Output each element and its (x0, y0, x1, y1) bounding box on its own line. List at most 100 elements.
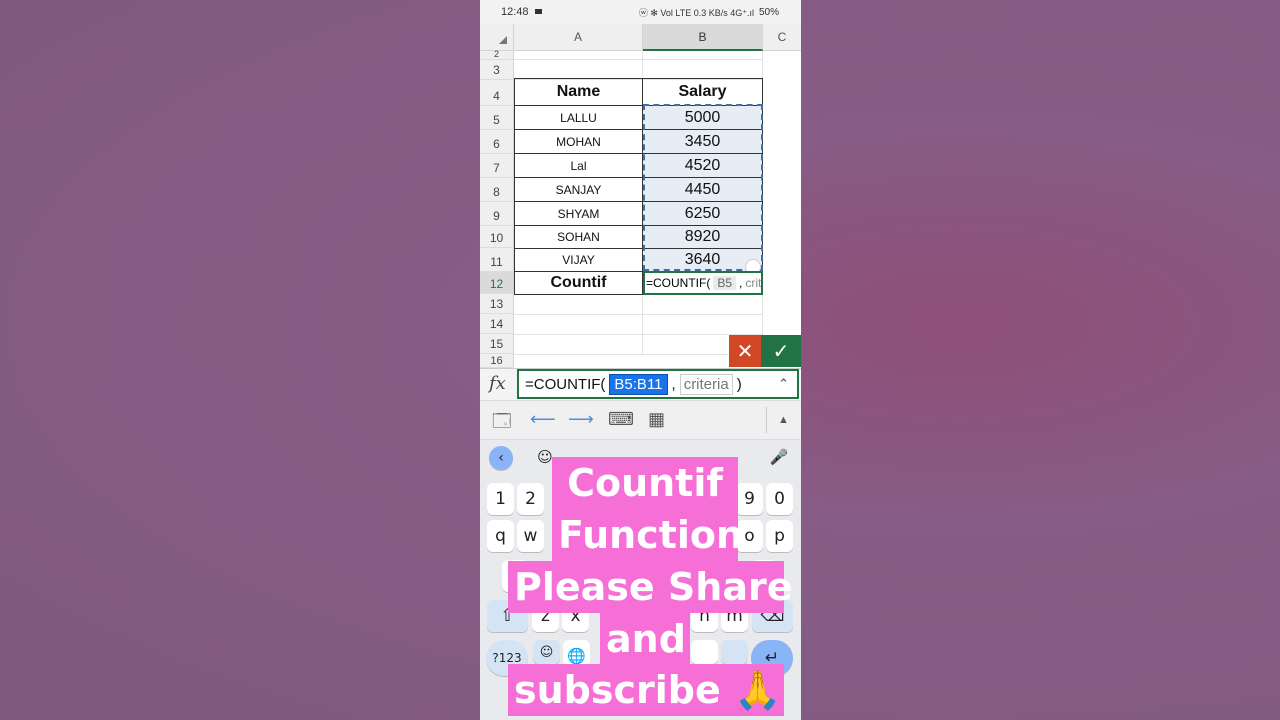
cell-b8[interactable]: 4450 (642, 178, 763, 202)
column-header-a[interactable]: A (514, 24, 643, 51)
cell-a5[interactable]: LALLU (514, 106, 643, 130)
key-1[interactable]: 1 (487, 483, 514, 515)
backspace-icon[interactable]: ⌫ (752, 600, 793, 632)
chevron-up-icon[interactable]: ⌃ (778, 376, 789, 392)
key-z[interactable]: z (532, 600, 559, 632)
row-header-2[interactable]: 2 (480, 49, 514, 60)
row-header-8[interactable]: 8 (480, 178, 514, 202)
row-header-14[interactable]: 14 (480, 314, 514, 334)
cell-b9[interactable]: 6250 (642, 202, 763, 226)
check-icon: ✓ (772, 340, 790, 363)
key-n[interactable]: n (691, 600, 718, 632)
cell-formula-arg2: crite (745, 276, 762, 290)
enter-icon[interactable]: ↵ (751, 640, 793, 676)
network-indicators: ⓦ ✻ Vol LTE 0.3 KB/s 4G⁺.ıl (638, 8, 754, 18)
key-p[interactable]: p (766, 520, 793, 552)
key-0[interactable]: 0 (766, 483, 793, 515)
cell-a8[interactable]: SANJAY (514, 178, 643, 202)
cell-a9[interactable]: SHYAM (514, 202, 643, 226)
globe-icon[interactable]: 🌐 (563, 640, 590, 672)
cell-a11[interactable]: VIJAY (514, 249, 643, 272)
symbols-key[interactable]: ?123 (486, 640, 528, 676)
cell-b4-salary-header[interactable]: Salary (642, 78, 763, 106)
key-a[interactable] (502, 560, 529, 592)
column-header-b[interactable]: B (643, 24, 763, 51)
emoji-icon[interactable]: ☺ (533, 640, 560, 664)
key-period[interactable] (691, 640, 718, 664)
spreadsheet-grid[interactable]: A B C 2 3 4 5 6 7 8 9 10 11 12 13 14 15 … (480, 24, 801, 368)
row-header-5[interactable]: 5 (480, 106, 514, 130)
row-header-7[interactable]: 7 (480, 154, 514, 178)
shift-icon[interactable]: ⇧ (487, 600, 528, 632)
row-header-12[interactable]: 12 (480, 272, 514, 294)
clock: 12:48 (501, 6, 529, 18)
select-all-icon (499, 36, 507, 44)
key-o[interactable]: o (736, 520, 763, 552)
cell-b2[interactable] (643, 51, 763, 60)
arrow-left-icon[interactable]: ⟵ (530, 409, 556, 430)
cell-formula-arg1: B5 (713, 276, 737, 290)
fx-icon[interactable]: fx (489, 373, 506, 394)
cell-a10[interactable]: SOHAN (514, 226, 643, 249)
row-header-11[interactable]: 11 (480, 248, 514, 272)
cell-a15[interactable] (514, 335, 643, 355)
key-9[interactable]: 9 (736, 483, 763, 515)
key-m[interactable]: m (721, 600, 748, 632)
cell-b5[interactable]: 5000 (642, 106, 763, 130)
cell-b7[interactable]: 4520 (642, 154, 763, 178)
select-all-corner[interactable] (480, 24, 514, 51)
cell-formula-sep: , (739, 276, 743, 290)
key-x[interactable]: x (562, 600, 589, 632)
sticker-icon[interactable]: ☺ (536, 448, 554, 466)
row-header-6[interactable]: 6 (480, 130, 514, 154)
formula-bar: fx =COUNTIF( B5:B11 , criteria ) ⌃ (480, 368, 801, 401)
arrow-right-icon[interactable]: ⟶ (568, 409, 594, 430)
formula-range-token[interactable]: B5:B11 (609, 373, 668, 395)
cell-a6[interactable]: MOHAN (514, 130, 643, 154)
cell-b6[interactable]: 3450 (642, 130, 763, 154)
formula-input[interactable]: =COUNTIF( B5:B11 , criteria ) ⌃ (517, 369, 799, 399)
formula-suffix: ) (736, 375, 742, 393)
formula-separator: , (671, 375, 676, 393)
cell-b10[interactable]: 8920 (642, 226, 763, 249)
soft-keyboard: ‹ ☺ 🎤 1 2 9 0 q w o p ⇧ z x n m ⌫ ?123 ☺… (480, 440, 801, 720)
cell-a7[interactable]: Lal (514, 154, 643, 178)
formula-prefix: =COUNTIF( (525, 375, 606, 393)
cell-a12-countif-label[interactable]: Countif (514, 271, 643, 295)
formula-criteria-token[interactable]: criteria (679, 373, 733, 395)
row-header-15[interactable]: 15 (480, 334, 514, 354)
row-header-9[interactable]: 9 (480, 202, 514, 226)
key-l[interactable] (751, 560, 778, 592)
cell-a13[interactable] (514, 295, 643, 315)
accept-edit-button[interactable]: ✓ (761, 335, 801, 367)
calculator-icon[interactable]: ▦ (648, 409, 665, 430)
cell-b14[interactable] (643, 315, 763, 335)
status-bar: 12:48 ⓦ ✻ Vol LTE 0.3 KB/s 4G⁺.ıl 50% (480, 0, 801, 24)
cell-a4-name-header[interactable]: Name (514, 78, 643, 106)
close-icon: ✕ (736, 340, 754, 363)
cell-a14[interactable] (514, 315, 643, 335)
row-header-13[interactable]: 13 (480, 294, 514, 314)
key-2[interactable]: 2 (517, 483, 544, 515)
row-header-3[interactable]: 3 (480, 60, 514, 80)
chevron-left-icon[interactable]: ‹ (489, 446, 513, 470)
row-header-16[interactable]: 16 (480, 354, 514, 368)
cell-b3[interactable] (643, 60, 763, 80)
row-header-10[interactable]: 10 (480, 226, 514, 248)
cell-a3[interactable] (514, 60, 643, 80)
key-comma[interactable] (721, 640, 748, 664)
comment-icon[interactable]: 🗔 (492, 409, 512, 439)
video-record-icon (535, 9, 542, 14)
cell-a2[interactable] (514, 51, 643, 60)
key-w[interactable]: w (517, 520, 544, 552)
keyboard-icon[interactable]: ⌨ (608, 409, 634, 430)
cell-b13[interactable] (643, 295, 763, 315)
column-header-c[interactable]: C (763, 24, 801, 51)
row-header-4[interactable]: 4 (480, 80, 514, 106)
active-cell-b12[interactable]: =COUNTIF( B5 , crite (643, 271, 763, 295)
cancel-edit-button[interactable]: ✕ (729, 335, 761, 367)
triangle-up-icon[interactable]: ▲ (778, 414, 789, 426)
key-q[interactable]: q (487, 520, 514, 552)
cell-formula-prefix: =COUNTIF( (646, 276, 711, 290)
microphone-icon[interactable]: 🎤 (770, 448, 789, 466)
